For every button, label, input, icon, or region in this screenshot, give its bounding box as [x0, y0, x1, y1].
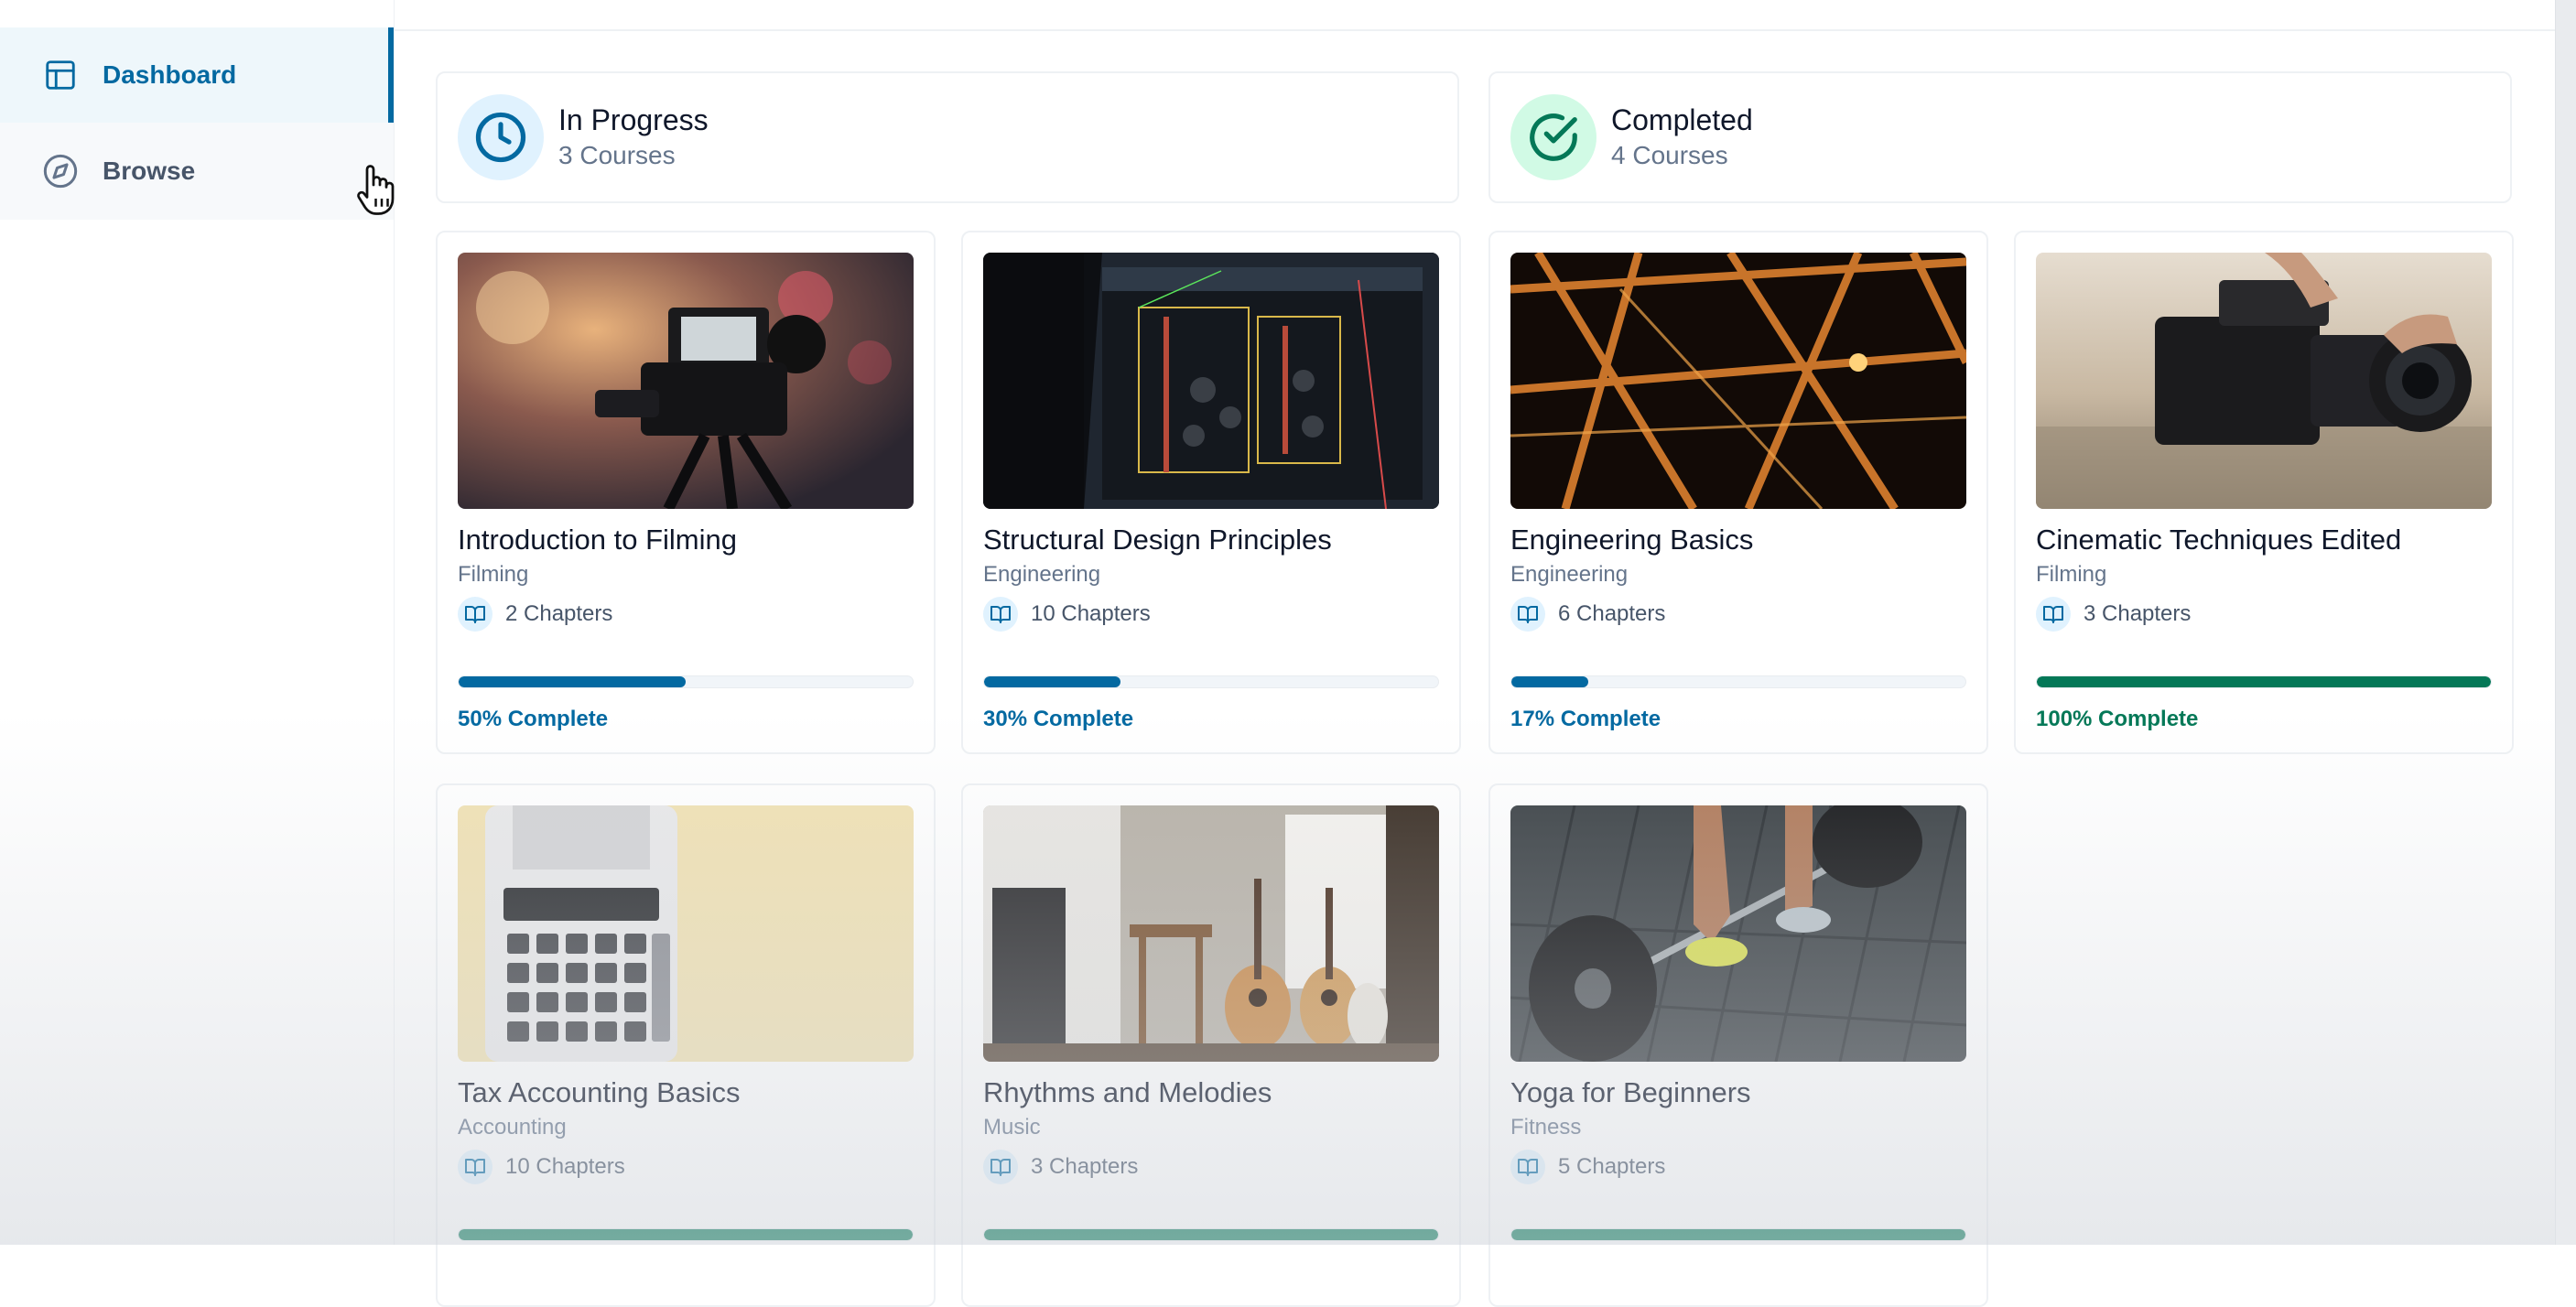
sidebar: Dashboard Browse: [0, 0, 395, 1245]
course-thumbnail[interactable]: [458, 805, 914, 1062]
progress-bar: [458, 675, 914, 688]
chapter-count-label: 5 Chapters: [1558, 1154, 1666, 1179]
course-title[interactable]: Tax Accounting Basics: [458, 1076, 740, 1109]
course-thumbnail[interactable]: [983, 805, 1439, 1062]
progress-bar: [983, 675, 1439, 688]
chapter-count-label: 6 Chapters: [1558, 601, 1666, 626]
compass-icon: [42, 153, 79, 189]
chapter-count-label: 10 Chapters: [505, 1154, 625, 1179]
chapter-count: 10 Chapters: [983, 597, 1151, 632]
chapter-count: 2 Chapters: [458, 597, 612, 632]
book-open-icon: [458, 597, 492, 632]
course-thumbnail[interactable]: [1510, 805, 1966, 1062]
chapter-count: 3 Chapters: [2036, 597, 2191, 632]
progress-fill: [1511, 676, 1589, 687]
course-title[interactable]: Engineering Basics: [1510, 524, 1753, 556]
book-open-icon: [983, 1150, 1018, 1184]
progress-fill: [2037, 676, 2491, 687]
course-title[interactable]: Introduction to Filming: [458, 524, 737, 556]
course-category: Accounting: [458, 1115, 567, 1140]
progress-fill: [1511, 1229, 1965, 1240]
chapter-count: 10 Chapters: [458, 1150, 625, 1184]
book-open-icon: [1510, 1150, 1545, 1184]
progress-label: 30% Complete: [983, 707, 1134, 731]
course-card[interactable]: Tax Accounting Basics Accounting 10 Chap…: [436, 783, 936, 1307]
progress-label: 17% Complete: [1510, 707, 1661, 731]
active-indicator: [388, 27, 394, 123]
chapter-count-label: 3 Chapters: [1031, 1154, 1139, 1179]
completed-count: 4 Courses: [1611, 141, 1728, 169]
progress-fill: [984, 676, 1120, 687]
sidebar-item-label: Browse: [103, 157, 196, 185]
top-header: [395, 0, 2556, 31]
progress-fill: [984, 1229, 1438, 1240]
course-title[interactable]: Structural Design Principles: [983, 524, 1332, 556]
in-progress-card: In Progress 3 Courses: [436, 71, 1459, 203]
sidebar-item-dashboard[interactable]: Dashboard: [0, 27, 394, 123]
course-thumbnail[interactable]: [458, 253, 914, 509]
progress-bar: [2036, 675, 2492, 688]
progress-label: 50% Complete: [458, 707, 609, 731]
chapter-count: 5 Chapters: [1510, 1150, 1665, 1184]
book-open-icon: [1510, 597, 1545, 632]
course-card[interactable]: Introduction to Filming Filming 2 Chapte…: [436, 231, 936, 754]
completed-title: Completed: [1611, 103, 1753, 136]
chapter-count-label: 3 Chapters: [2084, 601, 2192, 626]
course-category: Filming: [2036, 562, 2107, 587]
course-card[interactable]: Yoga for Beginners Fitness 5 Chapters: [1488, 783, 1988, 1307]
progress-label: 100% Complete: [2036, 707, 2199, 731]
book-open-icon: [2036, 597, 2071, 632]
course-card[interactable]: Rhythms and Melodies Music 3 Chapters: [961, 783, 1461, 1307]
pointer-cursor-icon: [353, 161, 399, 222]
course-card[interactable]: Cinematic Techniques Edited Filming 3 Ch…: [2014, 231, 2514, 754]
progress-fill: [459, 1229, 913, 1240]
progress-fill: [459, 676, 686, 687]
sidebar-item-browse[interactable]: Browse: [0, 123, 394, 220]
in-progress-title: In Progress: [558, 103, 709, 136]
course-category: Music: [983, 1115, 1041, 1140]
layout-icon: [42, 57, 79, 93]
course-title[interactable]: Rhythms and Melodies: [983, 1076, 1272, 1109]
progress-bar: [458, 1228, 914, 1241]
progress-bar: [1510, 675, 1966, 688]
in-progress-count: 3 Courses: [558, 141, 676, 169]
sidebar-item-label: Dashboard: [103, 60, 237, 89]
course-card[interactable]: Structural Design Principles Engineering…: [961, 231, 1461, 754]
course-category: Engineering: [983, 562, 1101, 587]
check-circle-icon: [1510, 94, 1596, 180]
course-thumbnail[interactable]: [983, 253, 1439, 509]
book-open-icon: [458, 1150, 492, 1184]
completed-card: Completed 4 Courses: [1488, 71, 2512, 203]
book-open-icon: [983, 597, 1018, 632]
progress-bar: [983, 1228, 1439, 1241]
course-thumbnail[interactable]: [2036, 253, 2492, 509]
scrollbar-track[interactable]: [2555, 0, 2576, 1245]
course-card[interactable]: Engineering Basics Engineering 6 Chapter…: [1488, 231, 1988, 754]
chapter-count-label: 10 Chapters: [1031, 601, 1151, 626]
course-category: Filming: [458, 562, 529, 587]
course-title[interactable]: Yoga for Beginners: [1510, 1076, 1751, 1109]
clock-icon: [458, 94, 544, 180]
course-category: Fitness: [1510, 1115, 1582, 1140]
course-thumbnail[interactable]: [1510, 253, 1966, 509]
chapter-count-label: 2 Chapters: [505, 601, 613, 626]
course-title[interactable]: Cinematic Techniques Edited: [2036, 524, 2401, 556]
chapter-count: 6 Chapters: [1510, 597, 1665, 632]
course-category: Engineering: [1510, 562, 1629, 587]
progress-bar: [1510, 1228, 1966, 1241]
chapter-count: 3 Chapters: [983, 1150, 1138, 1184]
